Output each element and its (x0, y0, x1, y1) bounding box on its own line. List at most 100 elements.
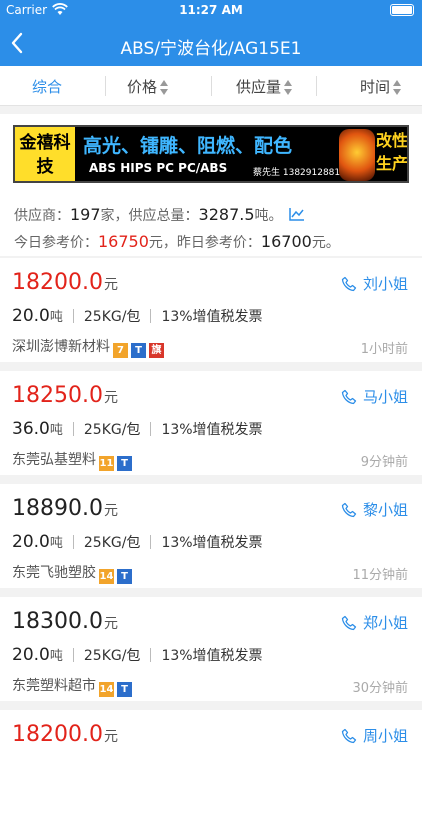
listing-card[interactable]: 18250.0元 马小姐 36.0吨 25KG/包 13%增值税发票 东莞弘基塑料 1… (0, 371, 422, 475)
filter-bar: 综合 价格 供应量 时间 (0, 66, 422, 106)
top-bar: Carrier 11:27 AM ABS/宁波台化/AG15E1 (0, 0, 422, 66)
sort-icon (160, 79, 169, 97)
membership-years-badge: 14 (99, 682, 114, 697)
posted-time: 9分钟前 (360, 455, 408, 470)
invoice-type: 13%增值税发票 (161, 648, 263, 664)
call-contact-button[interactable]: 周小姐 (341, 725, 408, 748)
quantity-unit: 吨 (49, 310, 63, 325)
divider (72, 422, 74, 436)
phone-icon (341, 502, 357, 522)
call-contact-button[interactable]: 马小姐 (341, 386, 408, 409)
packaging: 25KG/包 (83, 535, 141, 551)
phone-icon (341, 728, 357, 748)
battery-icon (390, 4, 414, 16)
sort-icon (393, 79, 402, 97)
divider (72, 535, 74, 549)
listing-price: 18300.0元 (12, 609, 118, 634)
contact-name: 郑小姐 (362, 614, 408, 632)
yesterday-suffix: 元。 (311, 235, 340, 251)
membership-years-badge: 14 (99, 569, 114, 584)
trusted-badge-icon: T (117, 456, 132, 471)
trend-chart-icon[interactable] (288, 207, 305, 225)
fist-fire-image (339, 129, 375, 181)
tab-comprehensive[interactable]: 综合 (32, 76, 62, 97)
quantity-unit: 吨 (49, 536, 63, 551)
contact-name: 黎小姐 (362, 501, 408, 519)
divider (105, 76, 106, 96)
quantity: 20.0 (12, 306, 50, 326)
price-unit: 元 (103, 503, 118, 519)
company-name: 东莞飞驰塑胶 14 T (12, 562, 132, 584)
price-value: 18250.0 (12, 383, 103, 408)
divider (72, 309, 74, 323)
company-label: 东莞弘基塑料 (12, 452, 96, 468)
banner-contact: 蔡先生 13829128818 (253, 168, 346, 178)
yesterday-price: 16700 (260, 232, 312, 251)
call-contact-button[interactable]: 郑小姐 (341, 612, 408, 635)
listing-card[interactable]: 18200.0元 周小姐 (0, 710, 422, 814)
listing-card[interactable]: 18300.0元 郑小姐 20.0吨 25KG/包 13%增值税发票 东莞塑料超市 1… (0, 597, 422, 701)
phone-icon (341, 276, 357, 296)
tab-label: 时间 (360, 78, 391, 96)
phone-icon (341, 389, 357, 409)
company-name: 深圳澎博新材料 7 T 旗 (12, 336, 164, 358)
contact-name: 刘小姐 (362, 275, 408, 293)
company-name: 东莞弘基塑料 11 T (12, 449, 132, 471)
price-unit: 元 (103, 277, 118, 293)
call-contact-button[interactable]: 刘小姐 (341, 273, 408, 296)
price-unit: 元 (103, 616, 118, 632)
banner-materials: ABS HIPS PC PC/ABS (89, 161, 228, 175)
listing-price: 18250.0元 (12, 383, 118, 408)
price-value: 18200.0 (12, 722, 103, 747)
supplier-prefix: 供应商： (14, 208, 70, 224)
divider (150, 535, 152, 549)
call-contact-button[interactable]: 黎小姐 (341, 499, 408, 522)
total-suffix: 吨。 (254, 208, 283, 224)
tab-price[interactable]: 价格 (127, 76, 169, 97)
listing-card[interactable]: 18200.0元 刘小姐 20.0吨 25KG/包 13%增值税发票 深圳澎博新材料… (0, 258, 422, 362)
quantity-unit: 吨 (49, 649, 63, 664)
listing-specs: 20.0吨 25KG/包 13%增值税发票 (12, 306, 263, 326)
price-value: 18200.0 (12, 270, 103, 295)
listing-specs: 36.0吨 25KG/包 13%增值税发票 (12, 419, 263, 439)
divider (150, 309, 152, 323)
company-label: 东莞飞驰塑胶 (12, 565, 96, 581)
sort-icon (284, 79, 293, 97)
listing-price: 18890.0元 (12, 496, 118, 521)
posted-time: 11分钟前 (352, 568, 408, 583)
price-value: 18300.0 (12, 609, 103, 634)
company-label: 东莞塑料超市 (12, 678, 96, 694)
invoice-type: 13%增值税发票 (161, 422, 263, 438)
ad-banner[interactable]: 金禧科技 高光、镭雕、阻燃、配色 ABS HIPS PC PC/ABS 蔡先生 … (13, 125, 409, 183)
tab-time[interactable]: 时间 (360, 76, 402, 97)
company-label: 深圳澎博新材料 (12, 339, 110, 355)
today-prefix: 今日参考价： (14, 235, 98, 251)
tab-supply[interactable]: 供应量 (236, 76, 293, 97)
price-value: 18890.0 (12, 496, 103, 521)
today-suffix: 元，昨日参考价： (148, 235, 261, 251)
packaging: 25KG/包 (83, 309, 141, 325)
membership-years-badge: 7 (113, 343, 128, 358)
price-unit: 元 (103, 729, 118, 745)
ad-section: 金禧科技 高光、镭雕、阻燃、配色 ABS HIPS PC PC/ABS 蔡先生 … (0, 114, 422, 196)
quantity: 20.0 (12, 532, 50, 552)
flagship-badge: 旗 (149, 343, 164, 358)
tab-label: 供应量 (236, 78, 282, 96)
divider (150, 648, 152, 662)
contact-name: 马小姐 (362, 388, 408, 406)
quantity-unit: 吨 (49, 423, 63, 438)
trusted-badge-icon: T (117, 569, 132, 584)
contact-name: 周小姐 (362, 727, 408, 745)
total-supply: 3287.5 (198, 205, 255, 224)
banner-slogan: 改性生产 (376, 131, 409, 173)
listing-card[interactable]: 18890.0元 黎小姐 20.0吨 25KG/包 13%增值税发票 东莞飞驰塑胶 1… (0, 484, 422, 588)
tab-label: 综合 (32, 78, 63, 96)
supplier-suffix: 家，供应总量： (100, 208, 199, 224)
navigation-bar: ABS/宁波台化/AG15E1 (0, 22, 422, 66)
listing-price: 18200.0元 (12, 270, 118, 295)
banner-headline: 高光、镭雕、阻燃、配色 (83, 135, 293, 157)
price-summary-line: 今日参考价：16750元，昨日参考价：16700元。 (14, 232, 340, 252)
packaging: 25KG/包 (83, 648, 141, 664)
invoice-type: 13%增值税发票 (161, 309, 263, 325)
price-unit: 元 (103, 390, 118, 406)
